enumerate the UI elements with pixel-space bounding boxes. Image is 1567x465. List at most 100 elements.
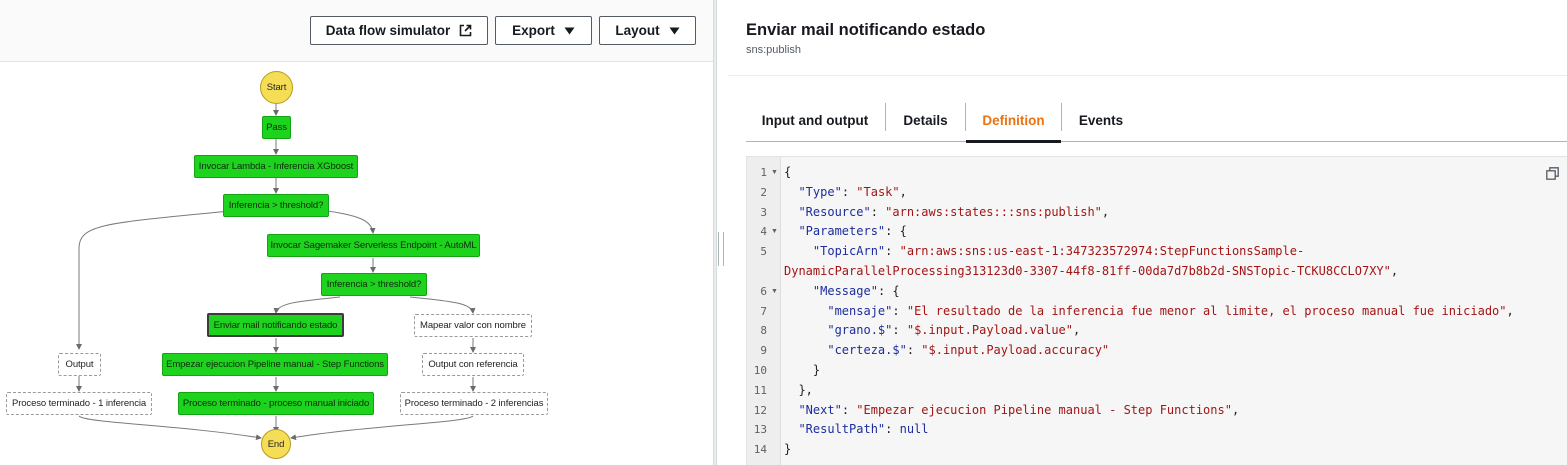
code-token: "El resultado de la inferencia fue menor… bbox=[906, 303, 1507, 318]
code-line: "grano.$": "$.input.Payload.value", bbox=[784, 321, 1514, 341]
end-node[interactable]: End bbox=[261, 429, 291, 459]
code-token: : bbox=[841, 184, 857, 199]
data-flow-simulator-button[interactable]: Data flow simulator bbox=[310, 16, 488, 45]
code-token: "grano.$" bbox=[827, 323, 893, 338]
state-resource-type: sns:publish bbox=[746, 44, 802, 56]
choice-node-1[interactable]: Inferencia > threshold? bbox=[223, 194, 329, 217]
data-flow-simulator-label: Data flow simulator bbox=[325, 23, 451, 38]
proc-manual-node[interactable]: Proceso terminado - proceso manual inici… bbox=[178, 392, 374, 415]
code-token: , bbox=[1073, 323, 1081, 338]
line-number: 13 bbox=[753, 423, 767, 437]
code-token: "Message" bbox=[812, 283, 878, 298]
code-token: { bbox=[784, 165, 792, 179]
pass-node[interactable]: Pass bbox=[262, 116, 291, 139]
copy-icon[interactable] bbox=[1546, 167, 1559, 185]
code-token: DynamicParallelProcessing313123d0-3307-4… bbox=[784, 263, 1391, 278]
graph-pane: Data flow simulator Export Layout Start … bbox=[0, 0, 713, 465]
code-token: null bbox=[899, 422, 929, 437]
code-line: "certeza.$": "$.input.Payload.accuracy" bbox=[784, 341, 1514, 361]
code-line: } bbox=[784, 440, 1514, 460]
code-token: "Type" bbox=[798, 184, 842, 199]
code-line: "Resource": "arn:aws:states:::sns:publis… bbox=[784, 203, 1514, 223]
code-token: "$.input.Payload.value" bbox=[906, 323, 1074, 338]
edge bbox=[273, 296, 341, 314]
code-token: : { bbox=[877, 283, 900, 298]
external-link-icon bbox=[459, 24, 472, 37]
code-line: "Parameters": { bbox=[784, 222, 1514, 242]
code-token: : bbox=[885, 422, 900, 437]
layout-dropdown-button[interactable]: Layout bbox=[599, 16, 696, 45]
choice-node-2[interactable]: Inferencia > threshold? bbox=[321, 273, 427, 296]
details-tabs: Input and output Details Definition Even… bbox=[746, 98, 1567, 143]
fold-arrow-icon[interactable]: ▼ bbox=[771, 163, 778, 183]
export-dropdown-button[interactable]: Export bbox=[495, 16, 592, 45]
start-node[interactable]: Start bbox=[260, 71, 293, 104]
proc-1-node[interactable]: Proceso terminado - 1 inferencia bbox=[6, 392, 152, 415]
code-token: "Task" bbox=[856, 184, 900, 199]
code-token: , bbox=[1506, 303, 1514, 318]
state-title: Enviar mail notificando estado bbox=[746, 21, 986, 39]
code-line: "Next": "Empezar ejecucion Pipeline manu… bbox=[784, 401, 1514, 421]
tab-definition[interactable]: Definition bbox=[966, 98, 1061, 143]
proc-2-node[interactable]: Proceso terminado - 2 inferencias bbox=[400, 392, 548, 415]
code-line: }, bbox=[784, 381, 1514, 401]
selected-mail-node[interactable]: Enviar mail notificando estado bbox=[207, 313, 344, 337]
code-token: "Parameters" bbox=[798, 224, 886, 239]
caret-down-icon bbox=[669, 27, 680, 35]
output-node[interactable]: Output bbox=[58, 353, 101, 376]
code-line: DynamicParallelProcessing313123d0-3307-4… bbox=[784, 262, 1514, 282]
line-number: 6 bbox=[760, 284, 767, 298]
definition-code-editor[interactable]: 1 ▼ 2 3 4 ▼ 5 6 ▼ 7 8 9 10 11 12 13 14 { "Type": "Task",… bbox=[746, 156, 1567, 465]
line-number: 10 bbox=[753, 364, 767, 377]
caret-down-icon bbox=[564, 27, 575, 35]
code-token: : bbox=[892, 303, 907, 318]
code-line: "ResultPath": null bbox=[784, 420, 1514, 440]
state-details-pane: Enviar mail notificando estado sns:publi… bbox=[728, 0, 1567, 465]
code-token: }, bbox=[784, 382, 813, 397]
line-number: 8 bbox=[760, 324, 767, 338]
fold-arrow-icon[interactable]: ▼ bbox=[771, 282, 778, 302]
code-line: } bbox=[784, 361, 1514, 381]
map-node[interactable]: Mapear valor con nombre bbox=[414, 314, 532, 337]
code-token: "Empezar ejecucion Pipeline manual - Ste… bbox=[856, 402, 1232, 417]
code-line: "Type": "Task", bbox=[784, 183, 1514, 203]
tab-input-and-output[interactable]: Input and output bbox=[746, 98, 884, 142]
splitter-drag-handle[interactable] bbox=[718, 232, 724, 266]
state-machine-graph[interactable]: Start Pass Invocar Lambda - Inferencia X… bbox=[0, 63, 713, 465]
fold-arrow-icon[interactable]: ▼ bbox=[771, 222, 778, 242]
sagemaker-node[interactable]: Invocar Sagemaker Serverless Endpoint - … bbox=[267, 234, 480, 257]
graph-toolbar: Data flow simulator Export Layout bbox=[0, 0, 713, 62]
code-token: } bbox=[784, 362, 821, 377]
tab-events[interactable]: Events bbox=[1062, 98, 1140, 142]
code-token: "Resource" bbox=[798, 204, 871, 219]
line-number: 7 bbox=[760, 304, 767, 318]
code-token: , bbox=[1231, 402, 1240, 417]
divider bbox=[728, 75, 1567, 76]
pane-splitter[interactable] bbox=[713, 0, 717, 465]
edge bbox=[409, 296, 476, 314]
code-line: { bbox=[784, 163, 1514, 183]
code-token: : bbox=[885, 244, 900, 259]
code-token: "$.input.Payload.accuracy" bbox=[921, 343, 1110, 358]
tab-details[interactable]: Details bbox=[886, 98, 965, 142]
lambda-node[interactable]: Invocar Lambda - Inferencia XGboost bbox=[194, 155, 358, 178]
output-ref-node[interactable]: Output con referencia bbox=[422, 353, 524, 376]
code-token: "certeza.$" bbox=[827, 343, 907, 358]
edge bbox=[78, 415, 262, 441]
code-token: : bbox=[841, 402, 857, 417]
code-token: "arn:aws:states:::sns:publish" bbox=[885, 204, 1102, 219]
pipeline-node[interactable]: Empezar ejecucion Pipeline manual - Step… bbox=[162, 353, 388, 376]
line-number: 9 bbox=[760, 344, 767, 358]
line-number: 3 bbox=[760, 205, 767, 219]
code-line: "mensaje": "El resultado de la inferenci… bbox=[784, 302, 1514, 322]
edge bbox=[290, 415, 474, 441]
